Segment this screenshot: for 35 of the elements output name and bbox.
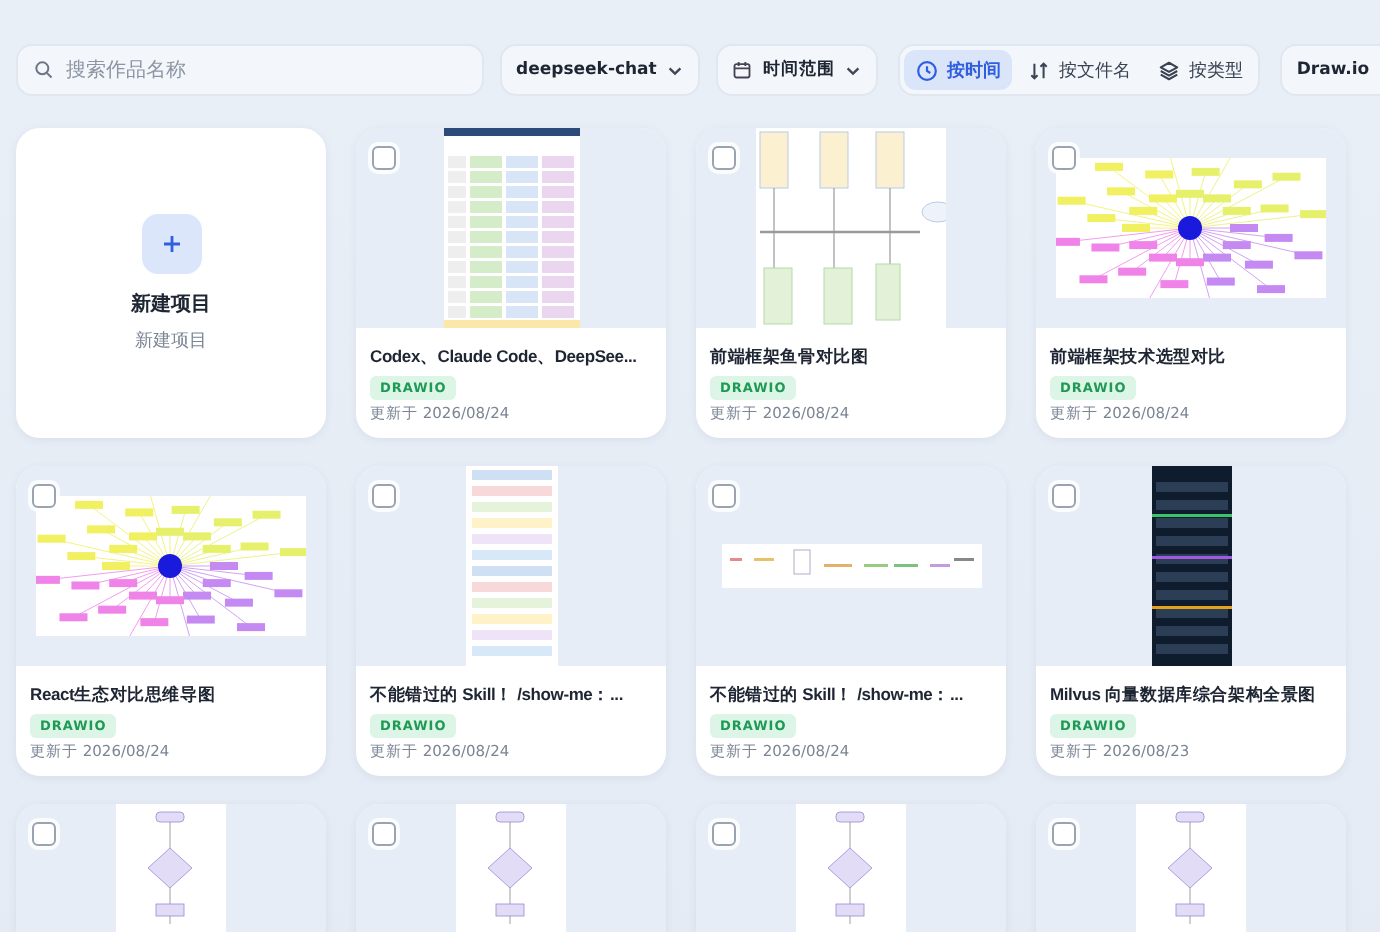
search-field[interactable]: 搜索作品名称 (16, 44, 484, 96)
select-checkbox[interactable] (372, 146, 396, 170)
select-checkbox[interactable] (1052, 484, 1076, 508)
format-dropdown[interactable]: Draw.io (1280, 44, 1380, 96)
project-title: 不能错过的 Skill！ /show-me：... (710, 682, 965, 706)
select-checkbox[interactable] (372, 484, 396, 508)
project-title: 前端框架技术选型对比 (1050, 344, 1229, 368)
select-checkbox[interactable] (712, 822, 736, 846)
project-title: React生态对比思维导图 (30, 682, 218, 706)
select-checkbox[interactable] (1052, 822, 1076, 846)
sort-tab[interactable]: 按类型 (1146, 50, 1255, 90)
model-dropdown[interactable]: deepseek-chat (500, 44, 701, 96)
calendar-icon (732, 60, 753, 80)
sort-tab[interactable]: 按文件名 (1016, 50, 1143, 90)
select-checkbox[interactable] (32, 484, 56, 508)
new-project-subtitle: 新建项目 (135, 329, 207, 353)
sort-tab[interactable]: 按时间 (904, 50, 1013, 90)
clock-icon (916, 59, 939, 81)
new-project-card[interactable]: 新建项目 新建项目 (16, 128, 326, 438)
select-checkbox[interactable] (1052, 146, 1076, 170)
select-checkbox[interactable] (372, 822, 396, 846)
search-icon (34, 60, 54, 80)
project-title: 前端框架鱼骨对比图 (710, 344, 871, 368)
project-title: 不能错过的 Skill！ /show-me：... (370, 682, 625, 706)
select-checkbox[interactable] (32, 822, 56, 846)
select-checkbox[interactable] (712, 484, 736, 508)
layers-icon (1158, 59, 1181, 81)
add-button[interactable] (141, 213, 201, 273)
new-project-title: 新建项目 (131, 290, 211, 317)
sort-icon (1028, 59, 1051, 81)
time-range-dropdown[interactable]: 时间范围 (716, 44, 879, 96)
select-checkbox[interactable] (712, 146, 736, 170)
project-title: Codex、Claude Code、DeepSee... (370, 344, 639, 368)
plus-icon (161, 233, 181, 253)
project-title: Milvus 向量数据库综合架构全景图 (1050, 682, 1319, 706)
